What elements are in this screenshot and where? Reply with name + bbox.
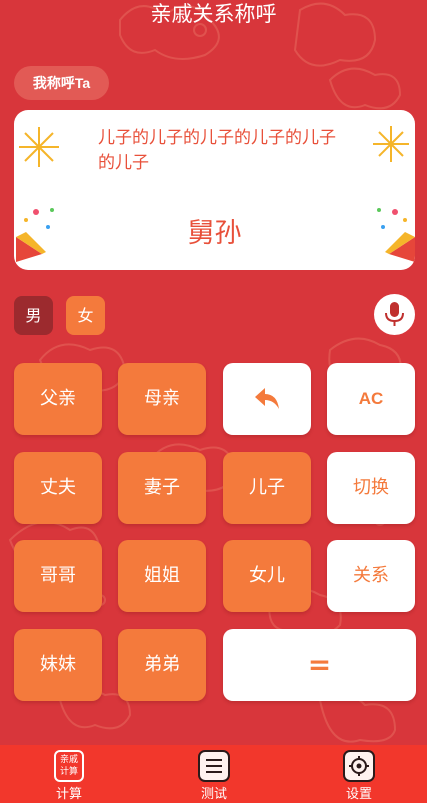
backspace-button[interactable] — [223, 363, 311, 435]
key-daughter[interactable]: 女儿 — [223, 540, 311, 612]
page-title: 亲戚关系称呼 — [150, 2, 277, 26]
clear-all-button[interactable]: AC — [327, 363, 415, 435]
key-younger-brother[interactable]: 弟弟 — [118, 629, 206, 701]
key-younger-sister[interactable]: 妹妹 — [14, 629, 102, 701]
mode-tag[interactable]: 我称呼Ta — [14, 66, 109, 100]
equals-button[interactable]: = — [223, 629, 416, 701]
tab-label: 测试 — [200, 787, 227, 802]
microphone-button[interactable] — [374, 294, 415, 335]
switch-button[interactable]: 切换 — [327, 452, 415, 524]
firework-icon — [19, 127, 59, 167]
gender-male-button[interactable]: 男 — [14, 296, 53, 335]
key-elder-sister[interactable]: 姐姐 — [118, 540, 206, 612]
backspace-arrow-icon — [255, 388, 279, 409]
key-elder-brother[interactable]: 哥哥 — [14, 540, 102, 612]
firework-icon — [373, 126, 409, 162]
key-son[interactable]: 儿子 — [223, 452, 311, 524]
key-wife[interactable]: 妻子 — [118, 452, 206, 524]
calculator-icon-text: 亲戚计算 — [59, 755, 78, 777]
microphone-icon — [385, 302, 404, 326]
result-display: 儿子的儿子的儿子的儿子的儿子的儿子 舅孙 — [14, 110, 415, 270]
tab-calculate[interactable]: 亲戚计算 计算 — [29, 745, 109, 803]
gear-icon — [343, 750, 375, 782]
tab-settings[interactable]: 设置 — [319, 745, 399, 803]
calculator-icon: 亲戚计算 — [54, 750, 84, 782]
bottom-tab-bar: 亲戚计算 计算 测试 设置 — [0, 745, 427, 803]
tab-label: 计算 — [55, 787, 82, 802]
key-father[interactable]: 父亲 — [14, 363, 102, 435]
key-mother[interactable]: 母亲 — [118, 363, 206, 435]
relation-button[interactable]: 关系 — [327, 540, 415, 612]
key-husband[interactable]: 丈夫 — [14, 452, 102, 524]
gender-female-button[interactable]: 女 — [66, 296, 105, 335]
relation-expression: 儿子的儿子的儿子的儿子的儿子的儿子 — [98, 128, 336, 173]
relation-result: 舅孙 — [187, 218, 242, 249]
tab-test[interactable]: 测试 — [174, 745, 254, 803]
tab-label: 设置 — [345, 787, 372, 802]
list-icon — [198, 750, 230, 782]
